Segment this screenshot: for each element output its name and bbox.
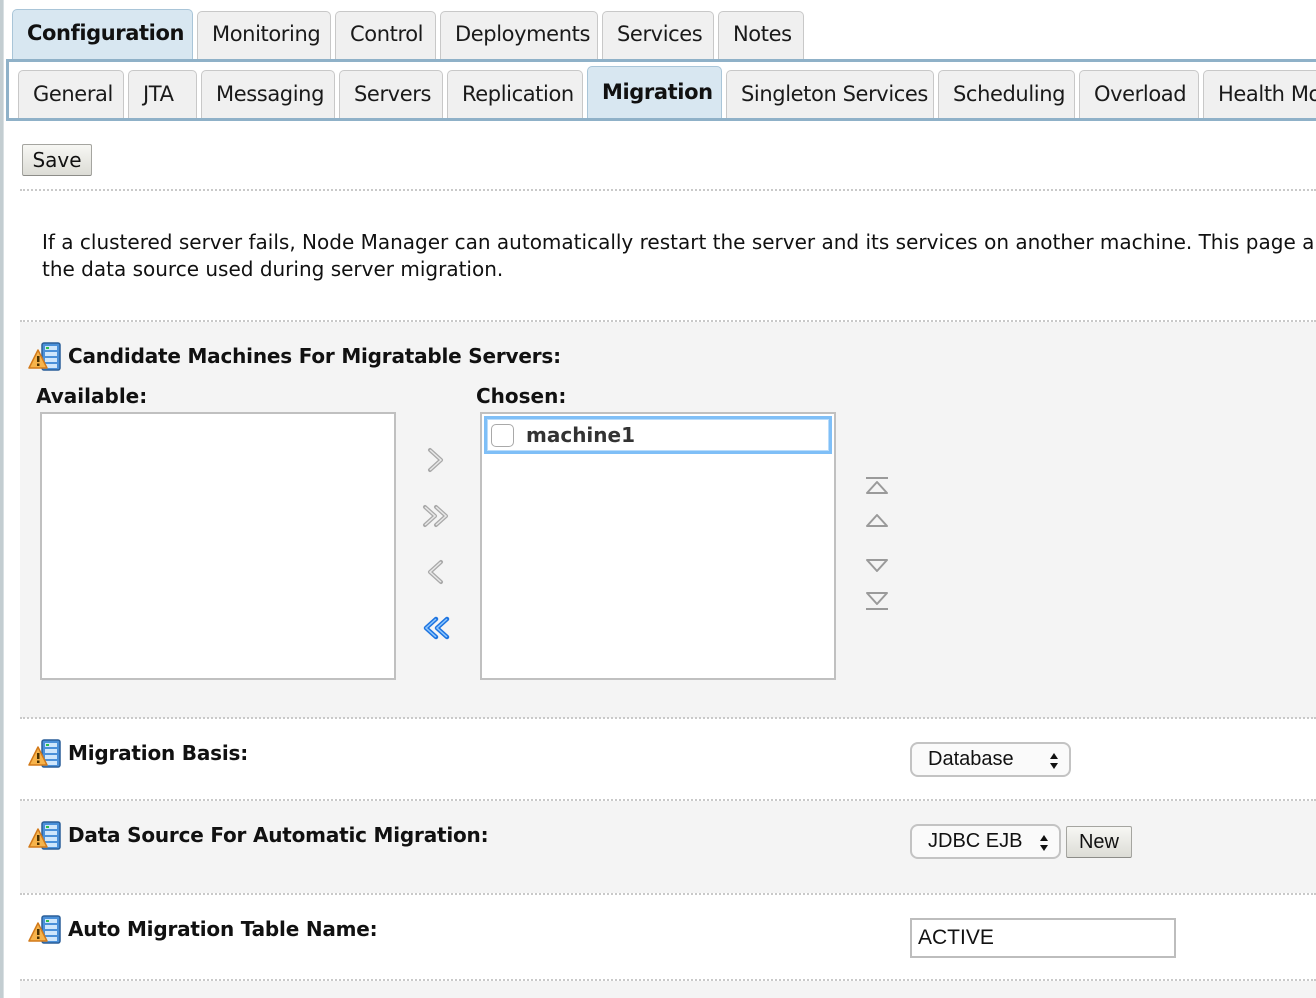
move-bottom-icon[interactable]	[864, 590, 890, 616]
select-arrows-icon	[1050, 753, 1058, 769]
tab-general[interactable]: General	[18, 70, 124, 118]
intro-line-1: If a clustered server fails, Node Manage…	[42, 230, 1316, 254]
migration-basis-section: Migration Basis: Database	[20, 719, 1316, 799]
data-source-section: Data Source For Automatic Migration: JDB…	[20, 801, 1316, 893]
available-label: Available:	[36, 384, 148, 408]
tab-configuration[interactable]: Configuration	[12, 9, 193, 59]
divider	[20, 189, 1316, 191]
dynamic-config-warning-icon	[28, 737, 62, 769]
select-arrows-icon	[1040, 835, 1048, 851]
migration-basis-value: Database	[928, 748, 1014, 770]
table-name-label: Auto Migration Table Name:	[28, 913, 378, 945]
data-source-value: JDBC EJB	[928, 830, 1023, 852]
tab-jta[interactable]: JTA	[128, 70, 197, 118]
available-list[interactable]	[40, 412, 396, 680]
tab-monitoring[interactable]: Monitoring	[197, 11, 331, 59]
dynamic-config-warning-icon	[28, 819, 62, 851]
tab-overload[interactable]: Overload	[1079, 70, 1199, 118]
tab-health-monitoring[interactable]: Health Mo	[1203, 70, 1316, 118]
migration-basis-text: Migration Basis:	[68, 741, 248, 765]
tab-scheduling[interactable]: Scheduling	[938, 70, 1075, 118]
move-left-icon[interactable]	[424, 558, 448, 590]
migration-basis-select[interactable]: Database	[910, 742, 1071, 777]
chosen-label: Chosen:	[476, 384, 567, 408]
machine1-checkbox[interactable]	[491, 423, 514, 447]
tab-notes[interactable]: Notes	[718, 11, 804, 59]
left-rail	[0, 0, 4, 998]
candidate-machines-label: Candidate Machines For Migratable Server…	[28, 340, 561, 372]
candidate-machines-text: Candidate Machines For Migratable Server…	[68, 344, 561, 368]
tab-services[interactable]: Services	[602, 11, 714, 59]
move-all-right-icon[interactable]	[420, 502, 456, 534]
move-down-icon[interactable]	[864, 557, 890, 579]
move-top-icon[interactable]	[864, 475, 890, 501]
tab-migration[interactable]: Migration	[587, 66, 722, 118]
tab-singleton-services[interactable]: Singleton Services	[726, 70, 934, 118]
table-name-input[interactable]: ACTIVE	[910, 918, 1176, 958]
chosen-item-label: machine1	[526, 423, 636, 447]
move-all-left-icon[interactable]	[420, 614, 456, 646]
intro-line-2: the data source used during server migra…	[42, 257, 504, 281]
migration-basis-label: Migration Basis:	[28, 737, 248, 769]
table-name-text: Auto Migration Table Name:	[68, 917, 378, 941]
candidate-machines-section: Candidate Machines For Migratable Server…	[20, 322, 1316, 718]
data-source-select[interactable]: JDBC EJB	[910, 824, 1061, 859]
tab-messaging[interactable]: Messaging	[201, 70, 335, 118]
tab-servers[interactable]: Servers	[339, 70, 443, 118]
tab-deployments[interactable]: Deployments	[440, 11, 598, 59]
new-data-source-button[interactable]: New	[1066, 826, 1132, 858]
dynamic-config-warning-icon	[28, 340, 62, 372]
move-right-icon[interactable]	[424, 446, 448, 478]
chosen-list[interactable]: machine1	[480, 412, 836, 680]
secondary-tab-bar: General JTA Messaging Servers Replicatio…	[18, 66, 1316, 118]
tab-replication[interactable]: Replication	[447, 70, 583, 118]
tab-control[interactable]: Control	[335, 11, 436, 59]
primary-tab-bar: Configuration Monitoring Control Deploym…	[12, 9, 808, 59]
data-source-label: Data Source For Automatic Migration:	[28, 819, 489, 851]
table-name-section: Auto Migration Table Name: ACTIVE	[20, 895, 1316, 979]
data-source-text: Data Source For Automatic Migration:	[68, 823, 489, 847]
chosen-list-item[interactable]: machine1	[484, 416, 832, 454]
move-up-icon[interactable]	[864, 512, 890, 534]
intro-text: If a clustered server fails, Node Manage…	[42, 229, 1316, 283]
save-button[interactable]: Save	[22, 144, 92, 176]
dynamic-config-warning-icon	[28, 913, 62, 945]
next-section	[20, 981, 1316, 998]
